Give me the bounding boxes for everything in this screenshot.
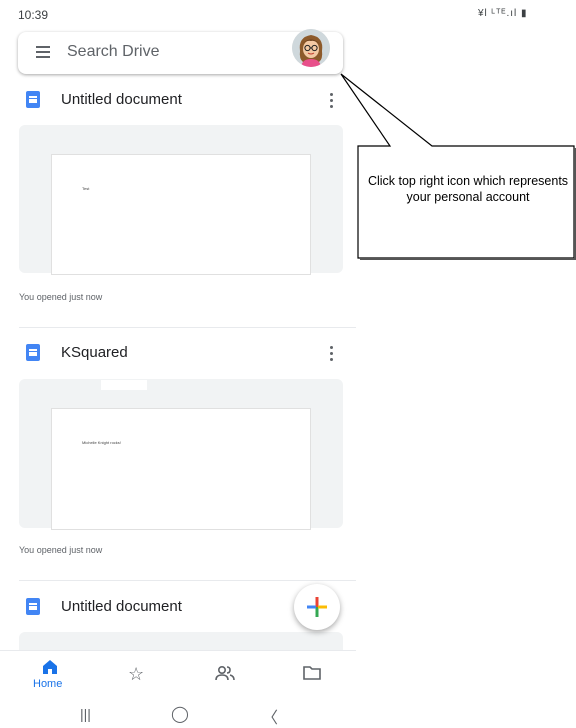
callout-bubble: [340, 73, 576, 260]
callout-text: Click top right icon which represents yo…: [367, 174, 569, 204]
